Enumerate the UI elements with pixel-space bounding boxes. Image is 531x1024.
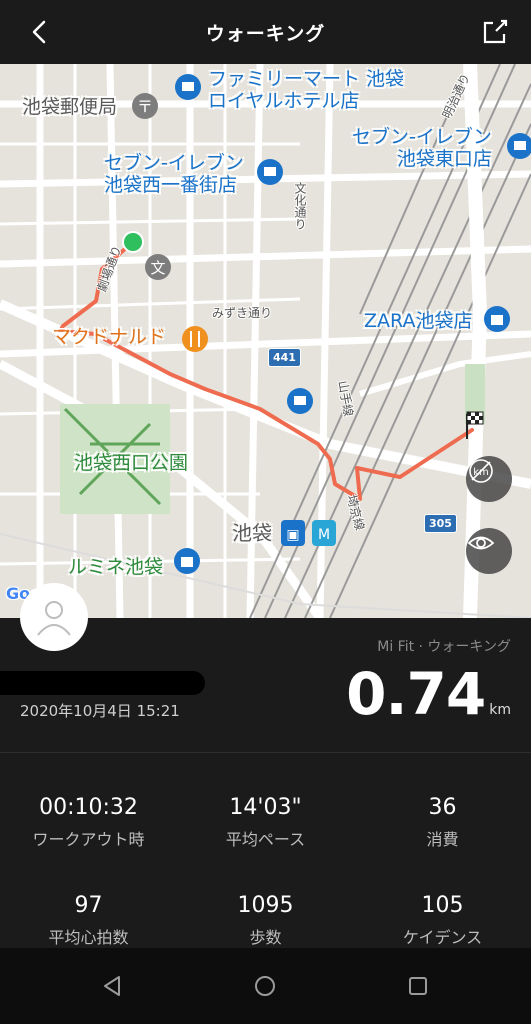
svg-text:〒: 〒 <box>137 97 153 116</box>
km-toggle-icon: km <box>469 459 493 483</box>
stat-avg-heart-rate: 97 平均心拍数 <box>0 893 177 948</box>
poi-seven-higashi-label: セブン-イレブン 池袋東口店 <box>352 126 492 170</box>
avatar[interactable] <box>20 583 88 651</box>
poi-mcdonalds-label: マクドナルド <box>52 326 167 348</box>
system-navigation-bar <box>0 948 531 1024</box>
user-silhouette-icon <box>37 601 71 636</box>
stat-label: ケイデンス <box>402 928 483 947</box>
distance-unit: km <box>489 702 511 718</box>
convenience-pin-icon <box>175 74 201 100</box>
divider <box>0 752 531 753</box>
route-map[interactable]: 〒 文 ▣ M ファミリーマート 池袋 ロイヤルホテル店 池袋郵便局 セブン-イ… <box>0 64 531 618</box>
nav-home-icon[interactable] <box>249 970 281 1002</box>
redacted-username-bar <box>0 671 205 695</box>
visibility-toggle-button[interactable] <box>466 528 512 574</box>
poi-seven-nishi-label: セブン-イレブン 池袋西一番街店 <box>104 152 244 196</box>
stat-label: 消費 <box>426 830 459 849</box>
stat-value: 1095 <box>237 893 294 918</box>
nav-back-icon[interactable] <box>97 970 129 1002</box>
stat-avg-pace: 14'03" 平均ペース <box>177 795 354 850</box>
stat-value: 14'03" <box>229 795 302 820</box>
stat-value: 36 <box>428 795 457 820</box>
back-arrow-icon[interactable] <box>22 14 58 50</box>
page-title: ウォーキング <box>205 22 326 45</box>
street-bunka-label: 文化通り <box>293 182 307 230</box>
stat-cadence: 105 ケイデンス <box>354 893 531 948</box>
post-office-pin-icon: 〒 <box>132 93 158 119</box>
svg-text:文: 文 <box>150 259 165 277</box>
poi-familymart-label: ファミリーマート 池袋 ロイヤルホテル店 <box>208 68 405 112</box>
stat-label: ワークアウト時 <box>32 830 145 849</box>
stat-label: 歩数 <box>249 928 282 947</box>
stat-label: 平均心拍数 <box>48 928 129 947</box>
route-305-badge: 305 <box>424 514 457 533</box>
restaurant-pin-icon <box>182 326 208 352</box>
poi-zara-label: ZARA池袋店 <box>364 310 473 332</box>
shopping-pin-icon <box>174 548 200 574</box>
convenience-pin-icon <box>257 159 283 185</box>
stat-workout-time: 00:10:32 ワークアウト時 <box>0 795 177 850</box>
station-label: 池袋 <box>232 521 272 545</box>
poi-post-office-label: 池袋郵便局 <box>22 96 118 118</box>
distance-display: 0.74 km <box>346 660 511 728</box>
nav-recents-icon[interactable] <box>402 970 434 1002</box>
shopping-pin-icon <box>484 306 510 332</box>
street-mizuki-label: みずき通り <box>212 306 273 320</box>
distance-value: 0.74 <box>346 660 486 728</box>
km-marker-toggle-button[interactable]: km <box>466 456 512 502</box>
convenience-pin-icon <box>287 388 313 414</box>
poi-park-label: 池袋西口公園 <box>74 452 189 474</box>
school-pin-icon: 文 <box>145 254 171 280</box>
workout-date: 2020年10月4日 15:21 <box>20 702 180 720</box>
eye-icon <box>467 536 495 550</box>
start-marker <box>122 231 144 253</box>
stat-steps: 1095 歩数 <box>177 893 354 948</box>
stat-value: 105 <box>421 893 464 918</box>
stat-label: 平均ペース <box>225 830 306 849</box>
route-441-badge: 441 <box>268 348 301 367</box>
stat-calories: 36 消費 <box>354 795 531 850</box>
svg-text:M: M <box>318 527 330 543</box>
header-bar: ウォーキング <box>0 0 531 64</box>
svg-text:▣: ▣ <box>286 527 299 543</box>
poi-lumine-label: ルミネ池袋 <box>68 556 164 578</box>
share-icon[interactable] <box>477 14 513 50</box>
stat-value: 97 <box>74 893 103 918</box>
workout-source-label: Mi Fit · ウォーキング <box>377 639 511 655</box>
stat-value: 00:10:32 <box>39 795 138 820</box>
